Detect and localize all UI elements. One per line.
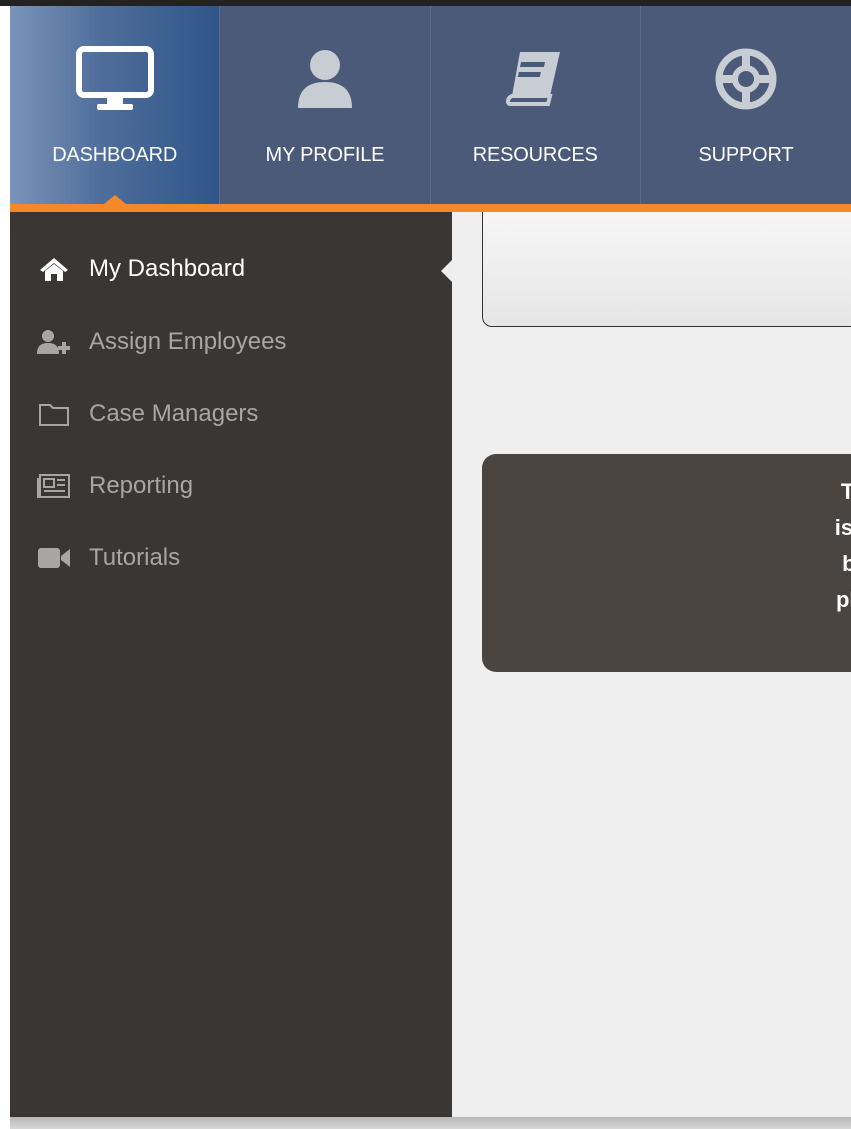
message-line: The bbox=[840, 479, 851, 504]
sidebar-item-my-dashboard[interactable]: My Dashboard bbox=[37, 251, 245, 287]
tab-dashboard[interactable]: DASHBOARD bbox=[10, 6, 221, 204]
main-content: The is to by i plac bbox=[452, 212, 851, 1117]
tab-support[interactable]: SUPPORT bbox=[641, 6, 851, 204]
sidebar-item-assign-employees[interactable]: Assign Employees bbox=[37, 324, 286, 360]
folder-icon bbox=[37, 401, 71, 427]
sidebar-item-label: Case Managers bbox=[89, 400, 259, 427]
message-text: The is to by i plac bbox=[482, 474, 851, 618]
sidebar-item-tutorials[interactable]: Tutorials bbox=[37, 540, 180, 576]
lifebuoy-icon bbox=[641, 44, 851, 114]
tab-support-label: SUPPORT bbox=[698, 144, 794, 166]
active-item-indicator bbox=[441, 260, 452, 282]
sidebar-item-reporting[interactable]: Reporting bbox=[37, 468, 193, 504]
monitor-icon bbox=[10, 44, 219, 114]
sidebar-item-label: My Dashboard bbox=[89, 255, 246, 282]
newspaper-icon bbox=[37, 473, 71, 499]
add-user-icon bbox=[37, 329, 71, 355]
sidebar-item-label: Tutorials bbox=[89, 544, 181, 571]
video-camera-icon bbox=[37, 545, 71, 571]
window-left-gutter bbox=[0, 6, 10, 1129]
message-line: by i bbox=[842, 551, 851, 576]
user-icon bbox=[220, 44, 429, 114]
message-line: is to bbox=[834, 515, 851, 540]
book-icon bbox=[431, 44, 640, 114]
active-tab-indicator bbox=[103, 195, 126, 204]
tab-dashboard-label: DASHBOARD bbox=[52, 144, 178, 166]
tab-resources[interactable]: RESOURCES bbox=[431, 6, 641, 204]
app-window: DASHBOARD MY PROFILE RESOURCES SUPPORT M… bbox=[0, 0, 851, 1129]
sidebar: My Dashboard Assign Employees Case Manag… bbox=[10, 212, 452, 1117]
top-navigation: DASHBOARD MY PROFILE RESOURCES SUPPORT bbox=[10, 6, 851, 204]
header-panel bbox=[482, 212, 851, 327]
tab-my-profile[interactable]: MY PROFILE bbox=[220, 6, 431, 204]
tab-my-profile-label: MY PROFILE bbox=[265, 144, 385, 166]
horizontal-scrollbar[interactable] bbox=[10, 1117, 851, 1129]
sidebar-item-label: Reporting bbox=[89, 472, 194, 499]
message-box: The is to by i plac bbox=[482, 454, 851, 672]
home-icon bbox=[37, 256, 71, 282]
sidebar-item-label: Assign Employees bbox=[89, 328, 287, 355]
nav-accent-bar bbox=[10, 204, 851, 212]
sidebar-item-case-managers[interactable]: Case Managers bbox=[37, 396, 258, 432]
tab-resources-label: RESOURCES bbox=[472, 144, 598, 166]
message-line: plac bbox=[835, 587, 851, 612]
